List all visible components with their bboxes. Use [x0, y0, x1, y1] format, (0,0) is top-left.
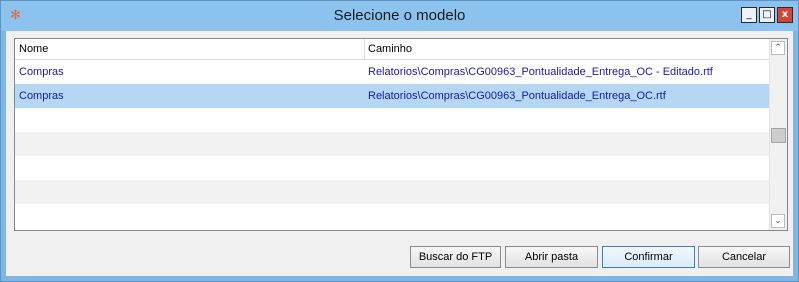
grid-header: Nome Caminho	[15, 39, 770, 60]
window-title: Selecione o modelo	[333, 7, 466, 24]
empty-row	[15, 156, 770, 180]
scrollbar-thumb[interactable]	[771, 128, 786, 143]
empty-row	[15, 108, 770, 132]
dialog-body: Nome Caminho Compras Relatorios\Compras\…	[6, 31, 793, 276]
template-grid[interactable]: Nome Caminho Compras Relatorios\Compras\…	[14, 38, 788, 231]
minimize-button[interactable]: _	[741, 7, 757, 23]
chevron-down-icon[interactable]: ⌄	[771, 214, 785, 228]
cell-caminho: Relatorios\Compras\CG00963_Pontualidade_…	[368, 90, 666, 102]
buscar-ftp-button[interactable]: Buscar do FTP	[410, 246, 501, 268]
chevron-up-icon[interactable]: ⌃	[771, 41, 785, 55]
column-divider[interactable]	[364, 39, 365, 59]
empty-row	[15, 132, 770, 156]
maximize-button[interactable]: □	[759, 7, 775, 23]
title-bar[interactable]: ✻ Selecione o modelo _ □ x	[1, 1, 798, 31]
dialog-window: ✻ Selecione o modelo _ □ x Nome Caminho …	[0, 0, 799, 282]
cell-nome: Compras	[19, 66, 64, 78]
empty-row	[15, 180, 770, 204]
column-header-nome[interactable]: Nome	[19, 43, 48, 55]
vertical-scrollbar[interactable]: ⌃ ⌄	[769, 39, 787, 230]
confirmar-button[interactable]: Confirmar	[602, 246, 695, 268]
empty-row	[15, 204, 770, 228]
abrir-pasta-button[interactable]: Abrir pasta	[505, 246, 598, 268]
table-row[interactable]: Compras Relatorios\Compras\CG00963_Pontu…	[15, 60, 770, 84]
cell-caminho: Relatorios\Compras\CG00963_Pontualidade_…	[368, 66, 713, 78]
table-row-selected[interactable]: Compras Relatorios\Compras\CG00963_Pontu…	[15, 84, 770, 108]
close-button[interactable]: x	[777, 7, 793, 23]
cell-nome: Compras	[19, 90, 64, 102]
cancelar-button[interactable]: Cancelar	[698, 246, 790, 268]
column-header-caminho[interactable]: Caminho	[368, 43, 412, 55]
